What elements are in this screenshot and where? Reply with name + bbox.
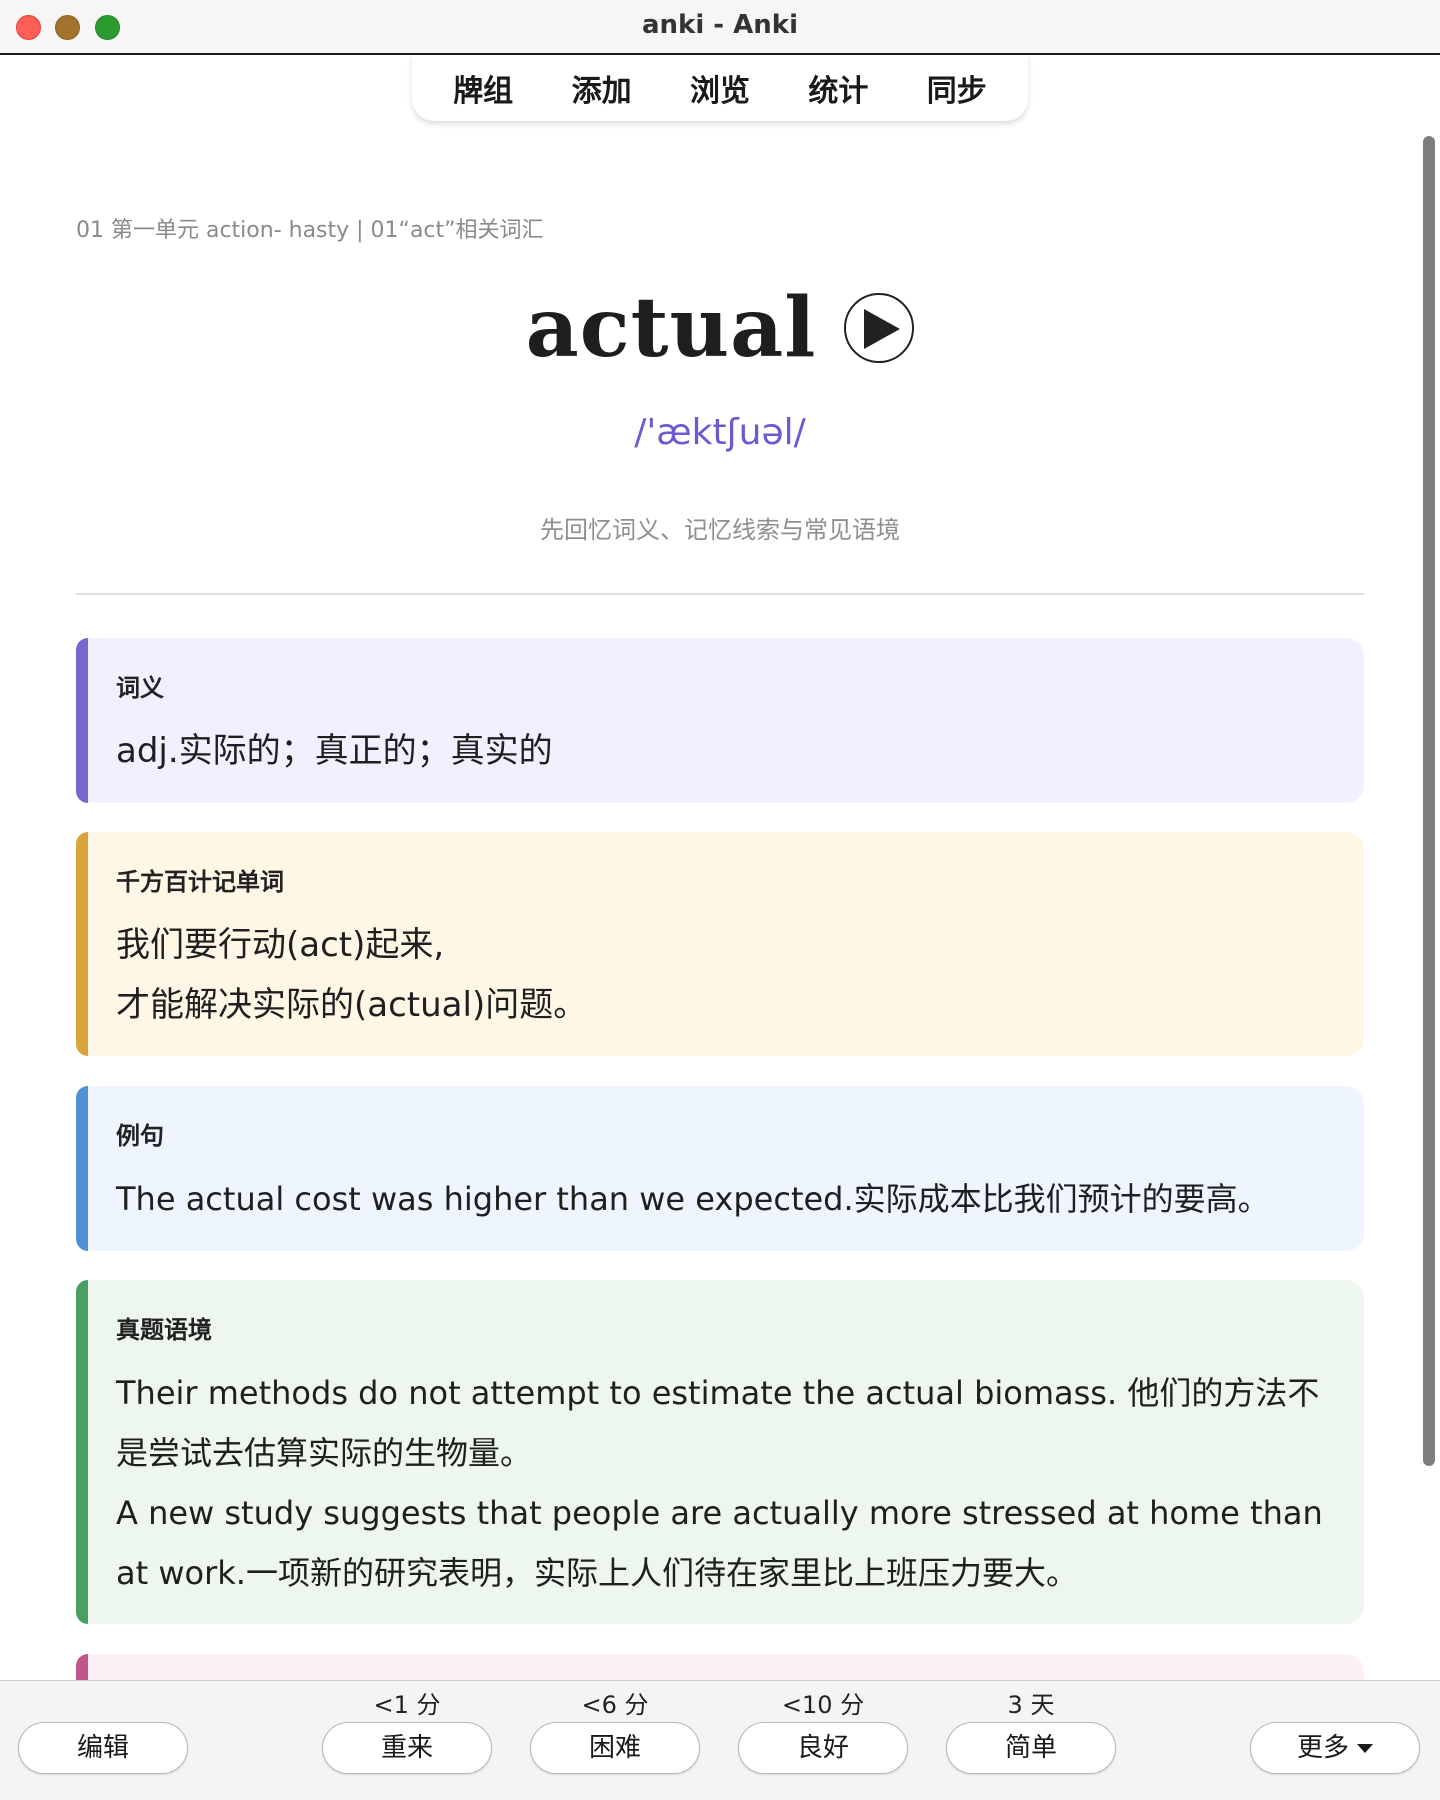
section-accent — [76, 638, 88, 803]
section-title: 例句 — [116, 1122, 164, 1150]
headword: actual — [525, 280, 817, 376]
due-again: <1 分 — [373, 1691, 441, 1719]
recall-hint: 先回忆词义、记忆线索与常见语境 — [540, 516, 900, 544]
meaning-section: 词义 adj.实际的；真正的；真实的 — [76, 638, 1364, 803]
good-button[interactable]: 良好 — [738, 1722, 908, 1774]
section-body: The actual cost was higher than we expec… — [116, 1180, 1270, 1218]
nav-decks[interactable]: 牌组 — [439, 66, 527, 110]
due-easy: 3 天 — [1007, 1691, 1055, 1719]
breadcrumb: 01 第一单元 action- hasty | 01“act”相关词汇 — [76, 218, 544, 243]
mnemonic-section: 千方百计记单词 我们要行动(act)起来, 才能解决实际的(actual)问题。 — [76, 832, 1364, 1056]
play-icon — [864, 309, 901, 349]
section-accent — [76, 1280, 88, 1624]
section-body: adj.实际的；真正的；真实的 — [116, 731, 553, 771]
headword-row: actual — [76, 280, 1364, 400]
example-section: 例句 The actual cost was higher than we ex… — [76, 1086, 1364, 1251]
dropdown-caret-icon — [1357, 1744, 1373, 1753]
again-button[interactable]: 重来 — [322, 1722, 492, 1774]
play-audio-button[interactable] — [844, 293, 915, 363]
nav-browse[interactable]: 浏览 — [676, 66, 764, 110]
divider — [76, 593, 1364, 595]
section-accent — [76, 832, 88, 1056]
section-title: 千方百计记单词 — [116, 868, 284, 896]
top-toolbar: 牌组 添加 浏览 统计 同步 — [412, 55, 1028, 121]
exam-context-section: 真题语境 Their methods do not attempt to est… — [76, 1280, 1364, 1624]
edit-button[interactable]: 编辑 — [18, 1722, 188, 1774]
answer-bar: 编辑 <1 分 重来 <6 分 困难 <10 分 良好 3 天 简单 更多 — [0, 1680, 1440, 1800]
due-hard: <6 分 — [581, 1691, 649, 1719]
phonetic: /'æktʃuəl/ — [634, 412, 806, 453]
nav-add[interactable]: 添加 — [558, 66, 646, 110]
section-accent — [76, 1086, 88, 1251]
section-title: 词义 — [116, 674, 164, 702]
hard-button[interactable]: 困难 — [530, 1722, 700, 1774]
nav-stats[interactable]: 统计 — [794, 66, 882, 110]
title-bar: anki - Anki — [0, 0, 1440, 55]
more-label: 更多 — [1296, 1733, 1349, 1763]
more-button[interactable]: 更多 — [1250, 1722, 1420, 1774]
due-good: <10 分 — [781, 1691, 865, 1719]
section-body: 我们要行动(act)起来, 才能解决实际的(actual)问题。 — [116, 925, 588, 1025]
section-title: 真题语境 — [116, 1316, 212, 1344]
nav-sync[interactable]: 同步 — [913, 66, 1001, 110]
window-title: anki - Anki — [642, 10, 798, 40]
easy-button[interactable]: 简单 — [946, 1722, 1116, 1774]
section-body: Their methods do not attempt to estimate… — [116, 1374, 1323, 1592]
scrollbar-thumb[interactable] — [1423, 136, 1435, 1466]
